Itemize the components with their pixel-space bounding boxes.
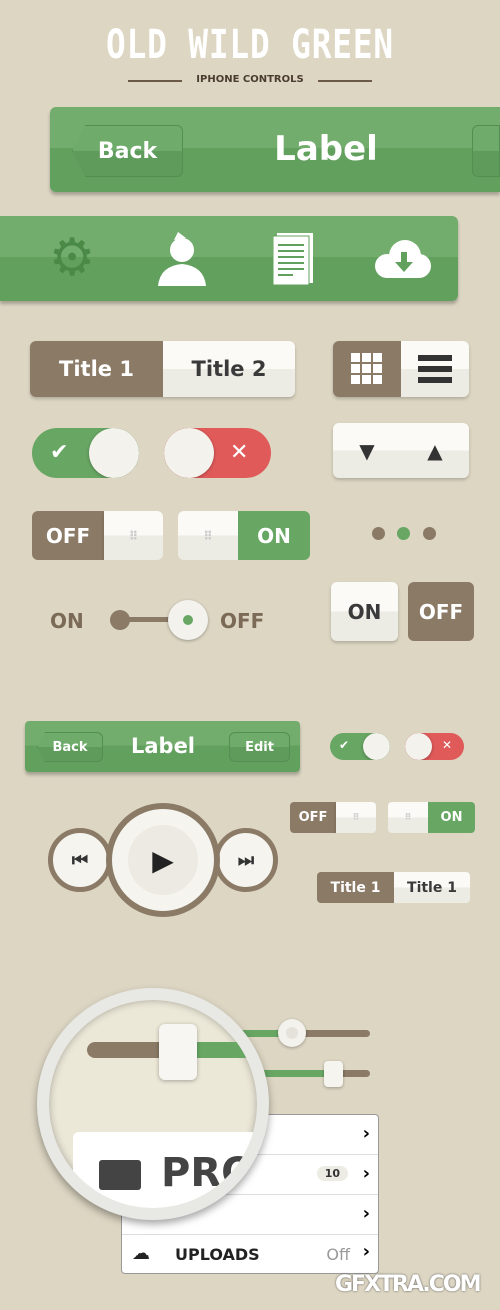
arrow-up-button[interactable]: ▲ — [401, 423, 469, 478]
stepper-arrows: ▼ ▲ — [333, 423, 469, 478]
small-check-toggle[interactable]: ✔ — [330, 733, 390, 760]
toggle-knob — [405, 733, 432, 760]
slider-knob[interactable] — [168, 600, 208, 640]
page-dot-active[interactable] — [397, 527, 410, 540]
title-rule-right — [318, 80, 372, 82]
small-navigation-bar: Back Label Edit — [25, 721, 300, 772]
segment-title-1[interactable]: Title 1 — [317, 872, 394, 903]
x-icon: ✕ — [442, 738, 453, 752]
off-label: OFF — [290, 802, 336, 833]
on-button[interactable]: ON — [331, 582, 398, 641]
rewind-button[interactable]: ⏮ — [48, 828, 112, 892]
segment-title-1[interactable]: Title 1 — [30, 341, 163, 397]
cloud-download-icon[interactable] — [375, 238, 431, 282]
navigation-bar: Back Label — [50, 107, 500, 192]
cloud-upload-icon: ☁ — [132, 1243, 150, 1264]
chevron-right-icon: › — [362, 1203, 370, 1224]
list-item-value: Off — [326, 1245, 350, 1264]
small-nav-label: Label — [130, 734, 196, 758]
edit-label: Edit — [245, 739, 274, 755]
off-switch[interactable]: OFF ⠿ — [32, 511, 163, 560]
switch-handle: ⠿ — [336, 802, 376, 833]
segment-label: Title 2 — [191, 357, 267, 381]
off-button[interactable]: OFF — [408, 582, 474, 641]
arrow-down-button[interactable]: ▼ — [333, 423, 401, 478]
page-title: OLD WILD GREEN — [106, 22, 394, 68]
page-dot[interactable] — [423, 527, 436, 540]
back-label: Back — [97, 138, 158, 164]
edit-button[interactable]: Edit — [229, 732, 290, 762]
switch-handle: ⠿ — [104, 511, 163, 560]
grid-icon[interactable] — [333, 341, 401, 397]
on-label: ON — [428, 802, 475, 833]
segmented-control: Title 1 Title 2 — [30, 341, 295, 397]
segment-label: Title 1 — [59, 357, 134, 381]
switch-handle: ⠿ — [178, 511, 238, 560]
toggle-knob — [89, 428, 139, 478]
user-icon[interactable] — [156, 232, 208, 286]
play-button[interactable]: ▶ — [106, 803, 220, 917]
slider-2-knob[interactable] — [324, 1061, 343, 1087]
gear-icon[interactable]: ⚙ — [46, 228, 98, 288]
small-off-switch[interactable]: OFF ⠿ — [290, 802, 376, 833]
on-label: ON — [238, 511, 310, 560]
slider-on-label: ON — [50, 609, 84, 633]
id-card-icon — [99, 1160, 141, 1190]
subtitle: IPHONE CONTROLS — [196, 74, 304, 85]
toggle-knob — [164, 428, 214, 478]
switch-handle: ⠿ — [388, 802, 428, 833]
magnifier-lens: PRO — [37, 988, 269, 1220]
small-back-button[interactable]: Back — [37, 732, 103, 762]
segment-title-1b[interactable]: Title 1 — [394, 872, 470, 903]
slider-1-knob[interactable] — [278, 1019, 306, 1047]
watermark: GFXTRA.COM — [335, 1272, 482, 1297]
magnified-text: PRO — [161, 1150, 256, 1196]
small-segmented-control: Title 1 Title 1 — [317, 872, 470, 903]
check-icon: ✔ — [50, 440, 69, 465]
chevron-right-icon: › — [362, 1123, 370, 1144]
tab-bar: ⚙ — [0, 216, 458, 301]
x-icon: ✕ — [230, 440, 249, 465]
back-label: Back — [52, 739, 88, 755]
small-x-toggle[interactable]: ✕ — [405, 733, 464, 760]
small-on-switch[interactable]: ⠿ ON — [388, 802, 475, 833]
list-item-label: UPLOADS — [175, 1245, 260, 1264]
slider-off-label: OFF — [220, 609, 265, 633]
off-label: OFF — [32, 511, 104, 560]
title-rule-left — [128, 80, 182, 82]
toggle-knob — [363, 733, 390, 760]
back-button[interactable]: Back — [72, 125, 183, 177]
segment-title-2[interactable]: Title 2 — [163, 341, 295, 397]
magnified-slider-knob — [159, 1024, 197, 1080]
check-icon: ✔ — [339, 738, 350, 752]
document-icon[interactable] — [272, 233, 313, 286]
nav-label: Label — [274, 129, 378, 169]
slider-track-end — [110, 610, 130, 630]
on-button-label: ON — [347, 599, 382, 624]
off-button-label: OFF — [418, 599, 464, 624]
check-toggle[interactable]: ✔ — [32, 428, 139, 478]
list-icon[interactable] — [401, 341, 469, 397]
x-toggle[interactable]: ✕ — [164, 428, 271, 478]
forward-button[interactable]: ⏭ — [214, 828, 278, 892]
segment-label: Title 1 — [330, 879, 381, 896]
chevron-right-icon: › — [362, 1163, 370, 1184]
page-dot[interactable] — [372, 527, 385, 540]
count-badge: 10 — [316, 1166, 348, 1181]
on-switch[interactable]: ⠿ ON — [178, 511, 310, 560]
play-icon: ▶ — [128, 825, 198, 895]
right-button[interactable] — [472, 125, 500, 177]
list-item-uploads[interactable]: ☁ UPLOADS Off › — [122, 1235, 378, 1274]
chevron-right-icon: › — [362, 1241, 370, 1262]
segment-label: Title 1 — [407, 879, 457, 896]
slider-2-track[interactable] — [250, 1070, 370, 1077]
view-switch — [333, 341, 469, 397]
